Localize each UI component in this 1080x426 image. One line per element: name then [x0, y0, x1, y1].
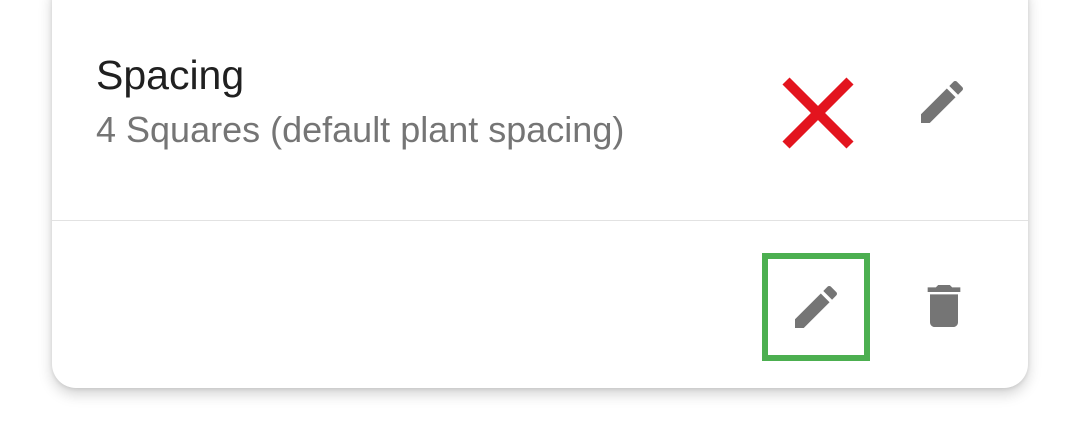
setting-title: Spacing [96, 52, 245, 98]
divider [52, 220, 1028, 221]
edit-button[interactable] [762, 253, 870, 361]
trash-icon[interactable] [916, 278, 972, 334]
plant-setting-card: Spacing 4 Squares (default plant spacing… [52, 0, 1028, 388]
setting-value: 4 Squares (default plant spacing) [96, 109, 625, 150]
pencil-icon [795, 285, 838, 328]
pencil-icon[interactable] [914, 74, 970, 130]
close-x-icon [782, 77, 854, 149]
spacing-setting-row[interactable]: Spacing 4 Squares (default plant spacing… [52, 0, 1028, 220]
